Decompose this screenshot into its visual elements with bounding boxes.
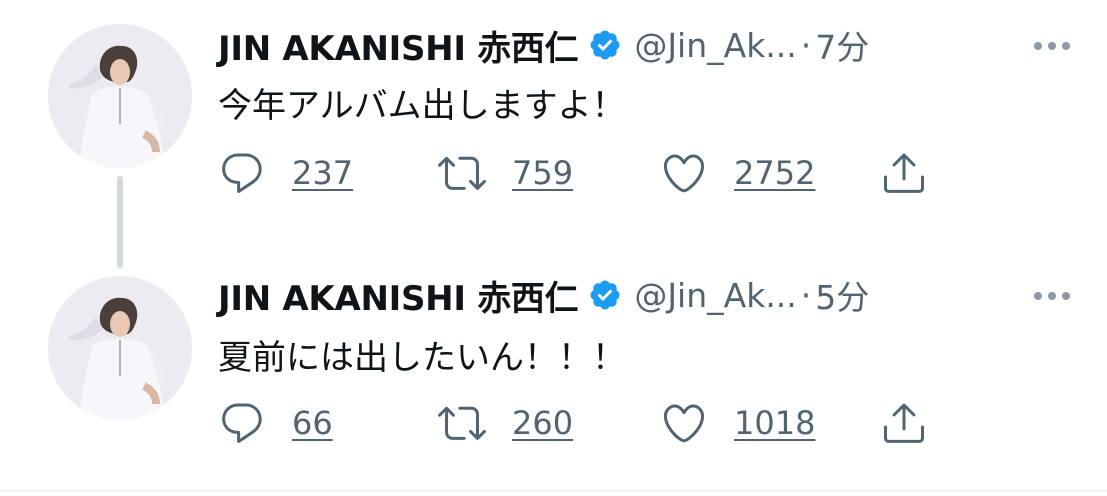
display-name[interactable]: JIN AKANISHI 赤西仁: [218, 21, 579, 70]
tweet-header: JIN AKANISHI 赤西仁 @Jin_Ak... · 5分: [218, 271, 869, 320]
user-handle[interactable]: @Jin_Ak...: [634, 276, 796, 315]
like-count[interactable]: 1018: [734, 404, 815, 442]
retweet-icon: [438, 156, 486, 190]
share-button[interactable]: [880, 148, 928, 198]
tweet[interactable]: JIN AKANISHI 赤西仁 @Jin_Ak... · 7分 今年アルバム出…: [0, 0, 1107, 240]
retweet-button[interactable]: 260: [438, 398, 573, 448]
verified-badge-icon: [590, 30, 620, 60]
like-button[interactable]: 1018: [660, 398, 815, 448]
like-icon: [663, 404, 705, 443]
timestamp[interactable]: 7分: [815, 21, 869, 69]
reply-button[interactable]: 66: [218, 398, 333, 448]
reply-icon: [222, 153, 262, 193]
reply-count[interactable]: 237: [292, 154, 353, 192]
separator-dot: ·: [800, 25, 812, 65]
like-icon: [663, 154, 705, 193]
retweet-count[interactable]: 260: [512, 404, 573, 442]
tweet-text: 夏前には出したいん！！！: [218, 338, 626, 378]
retweet-button[interactable]: 759: [438, 148, 573, 198]
more-icon[interactable]: [1028, 278, 1076, 314]
tweet-text: 今年アルバム出しますよ！: [218, 86, 626, 126]
more-icon[interactable]: [1028, 28, 1076, 64]
reply-button[interactable]: 237: [218, 148, 353, 198]
retweet-icon: [438, 406, 486, 440]
reply-count[interactable]: 66: [292, 404, 333, 442]
user-handle[interactable]: @Jin_Ak...: [634, 26, 796, 65]
share-icon: [884, 153, 924, 193]
display-name[interactable]: JIN AKANISHI 赤西仁: [218, 271, 579, 320]
tweet[interactable]: JIN AKANISHI 赤西仁 @Jin_Ak... · 5分 夏前には出した…: [0, 252, 1107, 492]
verified-badge-icon: [590, 280, 620, 310]
like-count[interactable]: 2752: [734, 154, 815, 192]
reply-icon: [222, 403, 262, 443]
tweet-header: JIN AKANISHI 赤西仁 @Jin_Ak... · 7分: [218, 21, 869, 70]
avatar[interactable]: [48, 276, 192, 420]
avatar[interactable]: [48, 24, 192, 168]
share-button[interactable]: [880, 398, 928, 448]
divider: [0, 490, 1107, 492]
like-button[interactable]: 2752: [660, 148, 815, 198]
separator-dot: ·: [800, 275, 812, 315]
share-icon: [884, 403, 924, 443]
timestamp[interactable]: 5分: [815, 271, 869, 319]
retweet-count[interactable]: 759: [512, 154, 573, 192]
